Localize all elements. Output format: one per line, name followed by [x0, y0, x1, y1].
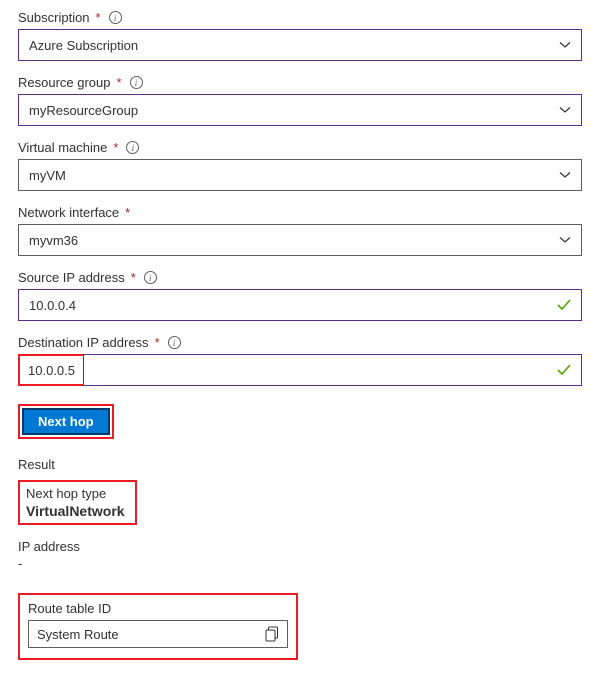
required-marker: *: [117, 75, 122, 90]
chevron-down-icon: [559, 106, 571, 114]
info-icon[interactable]: i: [126, 141, 139, 154]
chevron-down-icon: [559, 236, 571, 244]
label-text: Source IP address: [18, 270, 125, 285]
check-icon: [557, 299, 571, 311]
next-hop-wrapper: Next hop: [18, 404, 582, 439]
network-interface-field: Network interface * myvm36: [18, 205, 582, 256]
destination-ip-field: Destination IP address * i 10.0.0.5: [18, 335, 582, 386]
label-text: Resource group: [18, 75, 111, 90]
select-value: Azure Subscription: [29, 38, 138, 53]
chevron-down-icon: [559, 41, 571, 49]
route-table-value: System Route: [37, 627, 119, 642]
source-ip-field: Source IP address * i 10.0.0.4: [18, 270, 582, 321]
next-hop-button[interactable]: Next hop: [22, 408, 110, 435]
virtual-machine-field: Virtual machine * i myVM: [18, 140, 582, 191]
select-value: myvm36: [29, 233, 78, 248]
next-hop-type-box: Next hop type VirtualNetwork: [18, 480, 137, 525]
required-marker: *: [113, 140, 118, 155]
chevron-down-icon: [559, 171, 571, 179]
route-table-input[interactable]: System Route: [28, 620, 288, 648]
label-text: Destination IP address: [18, 335, 149, 350]
virtual-machine-label: Virtual machine * i: [18, 140, 582, 155]
input-value: 10.0.0.4: [29, 298, 76, 313]
destination-ip-label: Destination IP address * i: [18, 335, 582, 350]
check-icon: [557, 364, 571, 376]
info-icon[interactable]: i: [168, 336, 181, 349]
subscription-select[interactable]: Azure Subscription: [18, 29, 582, 61]
route-table-section: Route table ID System Route: [18, 593, 298, 660]
subscription-field: Subscription * i Azure Subscription: [18, 10, 582, 61]
resource-group-select[interactable]: myResourceGroup: [18, 94, 582, 126]
resource-group-label: Resource group * i: [18, 75, 582, 90]
select-value: myVM: [29, 168, 66, 183]
result-section: Result Next hop type VirtualNetwork: [18, 457, 582, 525]
highlight-value: 10.0.0.5: [28, 363, 75, 378]
ip-address-section: IP address -: [18, 539, 582, 571]
select-value: myResourceGroup: [29, 103, 138, 118]
required-marker: *: [131, 270, 136, 285]
next-hop-type-label: Next hop type: [26, 486, 125, 501]
next-hop-highlight: Next hop: [18, 404, 114, 439]
required-marker: *: [96, 10, 101, 25]
label-text: Network interface: [18, 205, 119, 220]
info-icon[interactable]: i: [130, 76, 143, 89]
source-ip-label: Source IP address * i: [18, 270, 582, 285]
ip-address-value: -: [18, 556, 582, 571]
ip-address-label: IP address: [18, 539, 582, 554]
subscription-label: Subscription * i: [18, 10, 582, 25]
route-table-label: Route table ID: [28, 601, 288, 616]
required-marker: *: [155, 335, 160, 350]
required-marker: *: [125, 205, 130, 220]
network-interface-select[interactable]: myvm36: [18, 224, 582, 256]
network-interface-label: Network interface *: [18, 205, 582, 220]
destination-ip-input[interactable]: [83, 354, 582, 386]
result-header: Result: [18, 457, 582, 472]
label-text: Virtual machine: [18, 140, 107, 155]
copy-icon[interactable]: [265, 626, 279, 642]
next-hop-type-value: VirtualNetwork: [26, 503, 125, 519]
destination-ip-highlight: 10.0.0.5: [18, 354, 83, 386]
destination-ip-row: 10.0.0.5: [18, 354, 582, 386]
source-ip-input[interactable]: 10.0.0.4: [18, 289, 582, 321]
info-icon[interactable]: i: [144, 271, 157, 284]
virtual-machine-select[interactable]: myVM: [18, 159, 582, 191]
resource-group-field: Resource group * i myResourceGroup: [18, 75, 582, 126]
info-icon[interactable]: i: [109, 11, 122, 24]
label-text: Subscription: [18, 10, 90, 25]
